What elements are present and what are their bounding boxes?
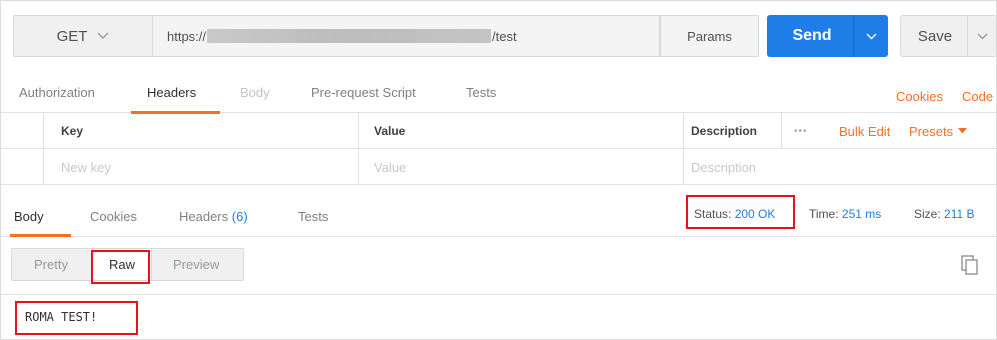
description-input[interactable]: Description [691,149,756,185]
response-tab-headers[interactable]: Headers (6) [179,209,248,224]
send-dropdown-toggle[interactable] [854,33,888,40]
column-divider [781,113,782,149]
column-description: Description [691,124,758,138]
tab-body[interactable]: Body [240,85,270,100]
response-tab-headers-label: Headers [179,209,229,224]
response-tab-cookies[interactable]: Cookies [90,209,137,224]
url-input[interactable]: https:// /test [153,15,660,57]
url-redacted-block [207,29,492,43]
postman-window: GET https:// /test Params Send Save Auth… [0,0,997,340]
bulk-edit-link[interactable]: Bulk Edit [839,113,890,149]
column-value: Value [374,124,406,138]
tab-pre-request-script[interactable]: Pre-request Script [311,85,416,100]
request-bar: GET https:// /test Params Send Save [13,15,997,57]
request-tabs: Authorization Headers Body Pre-request S… [1,67,997,114]
method-select[interactable]: GET [13,15,153,57]
url-suffix: /test [492,28,517,44]
value-input[interactable]: Value [374,149,406,185]
response-tab-body[interactable]: Body [14,209,44,224]
save-dropdown-toggle[interactable] [968,33,996,40]
column-key: Key [61,124,84,138]
code-link[interactable]: Code [962,89,993,104]
column-divider [43,149,44,185]
send-button[interactable]: Send [767,15,888,57]
column-divider [683,149,684,185]
new-key-input[interactable]: New key [61,149,111,185]
body-highlight-box [15,301,138,335]
time-value: 251 ms [841,207,882,221]
caret-down-icon [958,128,968,134]
chevron-down-icon [866,33,876,39]
response-toolbar: Pretty Raw Preview [1,237,997,295]
headers-table-new-row: New key Value Description [1,149,997,185]
size-value: 211 B [944,207,975,221]
params-label: Params [687,28,732,44]
chevron-down-icon [977,33,987,39]
tab-authorization[interactable]: Authorization [19,85,95,100]
save-label: Save [917,27,953,45]
url-prefix: https:// [167,28,207,44]
column-divider [683,113,684,149]
chevron-down-icon [97,32,109,39]
column-divider [43,113,44,149]
raw-highlight-box [91,250,150,284]
tab-headers[interactable]: Headers [147,85,196,100]
params-button[interactable]: Params [660,15,759,57]
column-divider [358,113,359,149]
response-tab-tests[interactable]: Tests [298,209,328,224]
status-highlight-box [686,195,795,229]
size-label: Size: [914,207,941,221]
more-options-icon[interactable]: ••• [794,113,808,149]
response-tabs: Body Cookies Headers (6) Tests Status: 2… [1,187,997,237]
headers-table: Key Value Description ••• Bulk Edit Pres… [1,113,997,186]
cookies-link[interactable]: Cookies [896,89,943,104]
headers-table-header-row: Key Value Description ••• Bulk Edit Pres… [1,113,997,149]
time-readout: Time: 251 ms [809,207,881,221]
copy-icon[interactable] [961,255,979,275]
headers-count: (6) [231,209,248,224]
method-label: GET [56,27,88,45]
presets-label: Presets [909,123,954,139]
view-mode-pretty[interactable]: Pretty [34,249,68,280]
save-button[interactable]: Save [900,15,997,57]
view-mode-preview[interactable]: Preview [173,249,219,280]
time-label: Time: [809,207,839,221]
presets-dropdown[interactable]: Presets [909,113,968,149]
send-label: Send [792,27,832,44]
column-divider [358,149,359,185]
size-readout: Size: 211 B [914,207,975,221]
tab-tests[interactable]: Tests [466,85,496,100]
